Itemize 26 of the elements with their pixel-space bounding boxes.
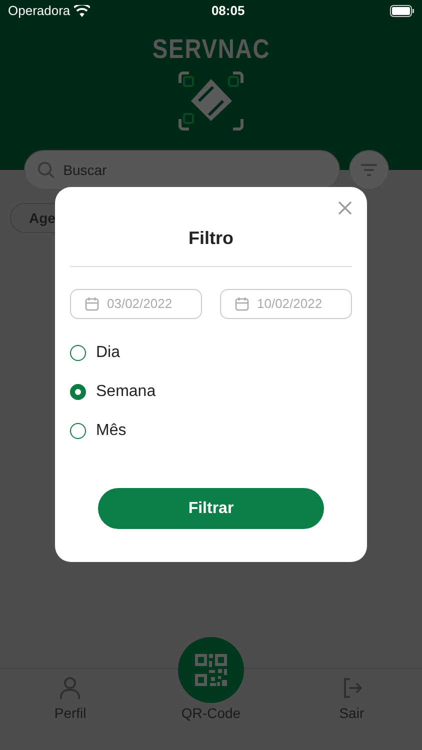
search-field[interactable]: Buscar <box>24 150 340 190</box>
radio-unselected[interactable] <box>70 423 86 439</box>
qr-code-icon <box>194 653 228 687</box>
calendar-icon <box>235 297 249 311</box>
period-option[interactable]: Semana <box>70 380 352 404</box>
wifi-icon <box>74 5 90 17</box>
date-field[interactable]: 10/02/2022 <box>220 289 352 319</box>
clock-time: 08:05 <box>211 2 245 20</box>
logo-icon <box>177 71 245 131</box>
dialog-title: Filtro <box>188 227 234 250</box>
search-icon <box>37 160 56 180</box>
filter-icon <box>360 163 378 177</box>
logo-text: SERVNAC <box>152 36 270 63</box>
battery-icon <box>390 5 414 17</box>
search-input[interactable]: Buscar <box>63 160 327 180</box>
period-option[interactable]: Mês <box>70 419 352 443</box>
date-field[interactable]: 03/02/2022 <box>70 289 202 319</box>
period-option[interactable]: Dia <box>70 341 352 365</box>
radio-unselected[interactable] <box>70 345 86 361</box>
radio-selected[interactable] <box>70 384 86 400</box>
filter-submit-button[interactable]: Filtrar <box>98 488 324 529</box>
calendar-icon <box>85 297 99 311</box>
close-button[interactable] <box>336 199 354 217</box>
person-icon <box>59 676 82 700</box>
close-icon <box>338 201 352 215</box>
carrier-name: Operadora <box>8 2 70 20</box>
